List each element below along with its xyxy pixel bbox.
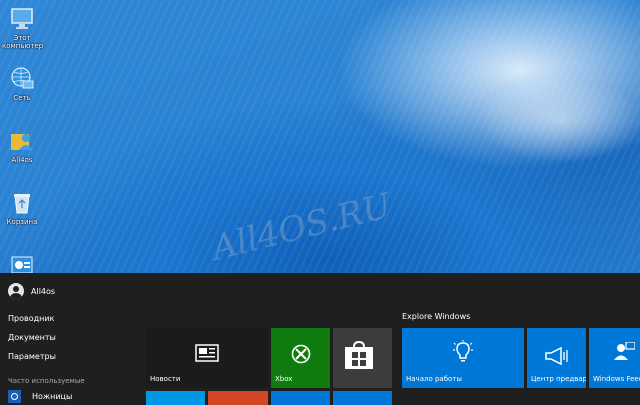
tile-skype[interactable] xyxy=(146,391,205,405)
user-account-button[interactable]: All4os xyxy=(8,283,55,299)
tile-getting-started[interactable]: Начало работы xyxy=(402,328,524,388)
scissors-icon xyxy=(8,390,21,403)
explore-windows-heading: Explore Windows xyxy=(402,312,471,321)
tile-notification-center[interactable]: Центр предвар xyxy=(527,328,586,388)
user-folder-icon xyxy=(9,128,35,154)
desktop-icon-this-pc[interactable]: Этот компьютер xyxy=(2,6,43,50)
recycle-bin-icon xyxy=(9,190,35,216)
newspaper-icon xyxy=(195,344,219,362)
start-menu: All4os Проводник Документы Параметры Час… xyxy=(0,273,640,405)
tile-calendar[interactable] xyxy=(333,391,392,405)
tile-news[interactable]: Новости xyxy=(146,328,268,388)
computer-icon xyxy=(9,6,35,32)
frequent-apps-heading: Часто используемые xyxy=(8,377,85,385)
desktop-icon-network[interactable]: Сеть xyxy=(2,66,42,102)
start-link-documents[interactable]: Документы xyxy=(8,333,56,342)
tile-store[interactable] xyxy=(333,328,392,388)
desktop-icon-user-folder[interactable]: All4os xyxy=(2,128,42,164)
network-globe-icon xyxy=(9,66,35,92)
feedback-person-icon xyxy=(614,342,635,360)
tile-office[interactable] xyxy=(208,391,268,405)
user-name: All4os xyxy=(31,286,56,296)
tile-windows-feedback[interactable]: Windows Feed xyxy=(589,328,640,388)
megaphone-icon xyxy=(545,346,568,366)
avatar xyxy=(8,283,24,299)
start-link-explorer[interactable]: Проводник xyxy=(8,314,54,323)
desktop-icon-recycle-bin[interactable]: Корзина xyxy=(2,190,42,226)
xbox-icon xyxy=(291,344,311,364)
tile-mail[interactable] xyxy=(271,391,330,405)
store-bag-icon xyxy=(345,340,373,369)
frequent-app-snipping-tool[interactable]: Ножницы xyxy=(8,390,72,403)
lightbulb-icon xyxy=(453,340,473,362)
start-link-settings[interactable]: Параметры xyxy=(8,352,56,361)
tile-xbox[interactable]: Xbox xyxy=(271,328,330,388)
